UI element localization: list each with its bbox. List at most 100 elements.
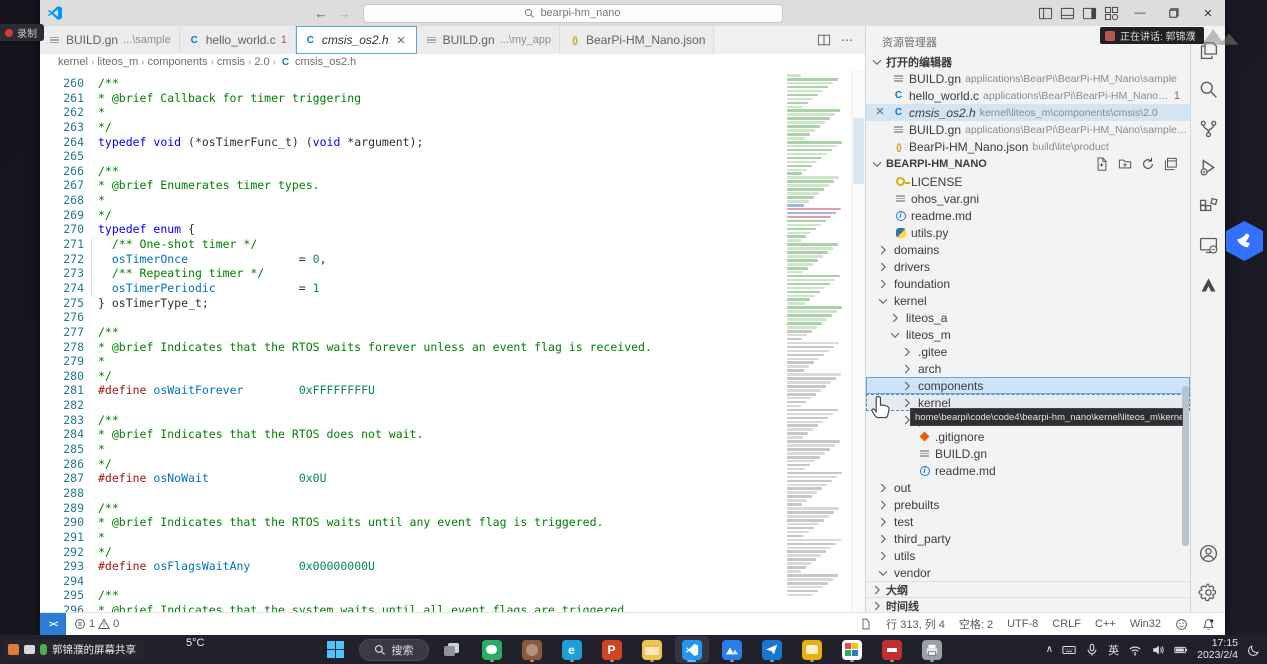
- open-editor-BUILD.gn[interactable]: BUILD.gnapplications\BearPi\BearPi-HM_Na…: [866, 70, 1190, 87]
- breadcrumb-item-components[interactable]: components: [148, 56, 208, 68]
- extensions-icon[interactable]: [1196, 194, 1220, 218]
- collapse-all-icon[interactable]: [1164, 157, 1178, 171]
- vscode-app[interactable]: [675, 636, 709, 663]
- tree-item-components[interactable]: components: [866, 377, 1190, 394]
- timeline-section-header[interactable]: 时间线: [866, 597, 1190, 612]
- new-file-icon[interactable]: [1095, 157, 1109, 171]
- status-segment[interactable]: UTF-8: [1007, 618, 1038, 630]
- minimap[interactable]: [787, 70, 851, 612]
- tree-item-prebuilts[interactable]: prebuilts: [866, 496, 1190, 513]
- tree-item-liteos_a[interactable]: liteos_a: [866, 309, 1190, 326]
- close-editor-icon[interactable]: [874, 105, 888, 120]
- paper-plane-app[interactable]: [755, 636, 789, 663]
- toggle-sidebar-left-icon[interactable]: [1038, 6, 1053, 21]
- source-control-icon[interactable]: [1196, 116, 1220, 140]
- tree-item-utils[interactable]: utils: [866, 547, 1190, 564]
- screenshare-indicator[interactable]: 郭锦濮的屏幕共享: [4, 640, 144, 659]
- tab-hello_world.c[interactable]: Chello_world.c1: [180, 26, 296, 54]
- tree-item-readme.md[interactable]: ireadme.md: [866, 462, 1190, 479]
- tree-item-foundation[interactable]: foundation: [866, 275, 1190, 292]
- feedback-icon[interactable]: [1175, 618, 1188, 631]
- tree-item-LICENSE[interactable]: LICENSE: [866, 173, 1190, 190]
- focus-moon-icon[interactable]: [1247, 643, 1261, 657]
- recording-indicator[interactable]: 录制: [0, 24, 44, 41]
- open-editors-header[interactable]: 打开的编辑器: [866, 54, 1190, 70]
- settings-icon[interactable]: [1196, 580, 1220, 604]
- breadcrumb-item-liteos_m[interactable]: liteos_m: [97, 56, 138, 68]
- blue-mountain-app[interactable]: [715, 636, 749, 663]
- tree-item-.gitee[interactable]: .gitee: [866, 343, 1190, 360]
- code-area[interactable]: /*** @brief Callback for timer triggerin…: [84, 76, 787, 612]
- scrollbar-slider[interactable]: [853, 118, 864, 184]
- back-button[interactable]: ←: [315, 6, 328, 21]
- outline-section-header[interactable]: 大纲: [866, 581, 1190, 597]
- deveco-icon[interactable]: [1196, 272, 1220, 296]
- toggle-panel-icon[interactable]: [1060, 6, 1075, 21]
- tree-item-vendor[interactable]: vendor: [866, 564, 1190, 581]
- editor[interactable]: 2602612622632642652662672682692702712722…: [40, 70, 865, 612]
- tree-item-drivers[interactable]: drivers: [866, 258, 1190, 275]
- powerpoint-app[interactable]: P: [595, 636, 629, 663]
- tree-item-kernel[interactable]: kernel: [866, 292, 1190, 309]
- sidebar-scrollbar[interactable]: [1182, 386, 1189, 546]
- tree-item-third_party[interactable]: third_party: [866, 530, 1190, 547]
- breadcrumb-item-cmsis_os2.h[interactable]: Ccmsis_os2.h: [279, 56, 356, 69]
- editor-gutter[interactable]: 2602612622632642652662672682692702712722…: [40, 76, 84, 612]
- tree-item-test[interactable]: test: [866, 513, 1190, 530]
- status-segment[interactable]: 行 313, 列 4: [886, 616, 945, 632]
- close-tab-icon[interactable]: [394, 33, 408, 47]
- touch-keyboard-icon[interactable]: [1062, 643, 1076, 657]
- open-editor-hello_world.c[interactable]: Chello_world.capplications\BearPi\BearPi…: [866, 87, 1190, 104]
- yellow-app[interactable]: [795, 636, 829, 663]
- task-view-button[interactable]: [435, 636, 469, 663]
- red-app[interactable]: [875, 636, 909, 663]
- remote-explorer-icon[interactable]: [1196, 233, 1220, 257]
- more-actions-icon[interactable]: ⋯: [841, 33, 853, 47]
- tree-item-.gitignore[interactable]: .gitignore: [866, 428, 1190, 445]
- start-button[interactable]: [319, 636, 353, 663]
- tree-item-readme.md[interactable]: ireadme.md: [866, 207, 1190, 224]
- tray-mic-icon[interactable]: [1085, 643, 1099, 657]
- wechat-app[interactable]: [475, 636, 509, 663]
- weather-widget[interactable]: 5°C: [186, 637, 204, 649]
- new-folder-icon[interactable]: [1118, 157, 1132, 171]
- breadcrumb-item-2.0[interactable]: 2.0: [254, 56, 269, 68]
- maximize-button[interactable]: [1157, 0, 1191, 26]
- tree-item-utils.py[interactable]: utils.py: [866, 224, 1190, 241]
- open-editor-cmsis_os2.h[interactable]: Ccmsis_os2.hkernel\liteos_m\components\c…: [866, 104, 1190, 121]
- command-center-search[interactable]: bearpi-hm_nano: [363, 4, 783, 23]
- problems-status[interactable]: 1 0: [66, 618, 127, 630]
- status-segment[interactable]: 空格: 2: [959, 616, 993, 632]
- breadcrumb-item-cmsis[interactable]: cmsis: [217, 56, 245, 68]
- forward-button[interactable]: →: [338, 6, 351, 21]
- tab-BUILD.gn[interactable]: BUILD.gn...\sample: [40, 26, 180, 54]
- battery-icon[interactable]: [1174, 643, 1188, 657]
- refresh-icon[interactable]: [1141, 157, 1155, 171]
- notifications-bell-icon[interactable]: [1202, 618, 1215, 631]
- status-segment[interactable]: CRLF: [1052, 618, 1081, 630]
- brown-app[interactable]: [515, 636, 549, 663]
- close-button[interactable]: ✕: [1191, 0, 1225, 26]
- tab-BearPi-HM_Nano.json[interactable]: {}BearPi-HM_Nano.json: [560, 26, 714, 54]
- tree-item-arch[interactable]: arch: [866, 360, 1190, 377]
- open-editor-BearPi-HM_Nano.json[interactable]: {}BearPi-HM_Nano.jsonbuild\lite\product: [866, 138, 1190, 155]
- toggle-sidebar-right-icon[interactable]: [1082, 6, 1097, 21]
- clock-widget[interactable]: 17:152023/2/4: [1197, 638, 1238, 661]
- edge-browser[interactable]: e: [555, 636, 589, 663]
- tab-cmsis_os2.h[interactable]: Ccmsis_os2.h: [296, 26, 417, 54]
- minimize-button[interactable]: —: [1123, 0, 1157, 26]
- tree-item-domains[interactable]: domains: [866, 241, 1190, 258]
- search-icon[interactable]: [1196, 77, 1220, 101]
- tree-item-BUILD.gn[interactable]: BUILD.gn: [866, 445, 1190, 462]
- tree-item-ohos_var.gni[interactable]: ohos_var.gni: [866, 190, 1190, 207]
- customize-layout-icon[interactable]: [1104, 6, 1119, 21]
- status-segment[interactable]: C++: [1095, 618, 1116, 630]
- feishu-meeting-badge[interactable]: [1226, 221, 1263, 261]
- ime-indicator[interactable]: 英: [1108, 642, 1119, 658]
- volume-icon[interactable]: [1151, 643, 1165, 657]
- account-icon[interactable]: [1196, 541, 1220, 565]
- remote-indicator[interactable]: ><: [40, 613, 66, 635]
- status-segment[interactable]: Win32: [1130, 618, 1161, 630]
- tree-item-out[interactable]: out: [866, 479, 1190, 496]
- search-box[interactable]: 搜索: [359, 639, 429, 661]
